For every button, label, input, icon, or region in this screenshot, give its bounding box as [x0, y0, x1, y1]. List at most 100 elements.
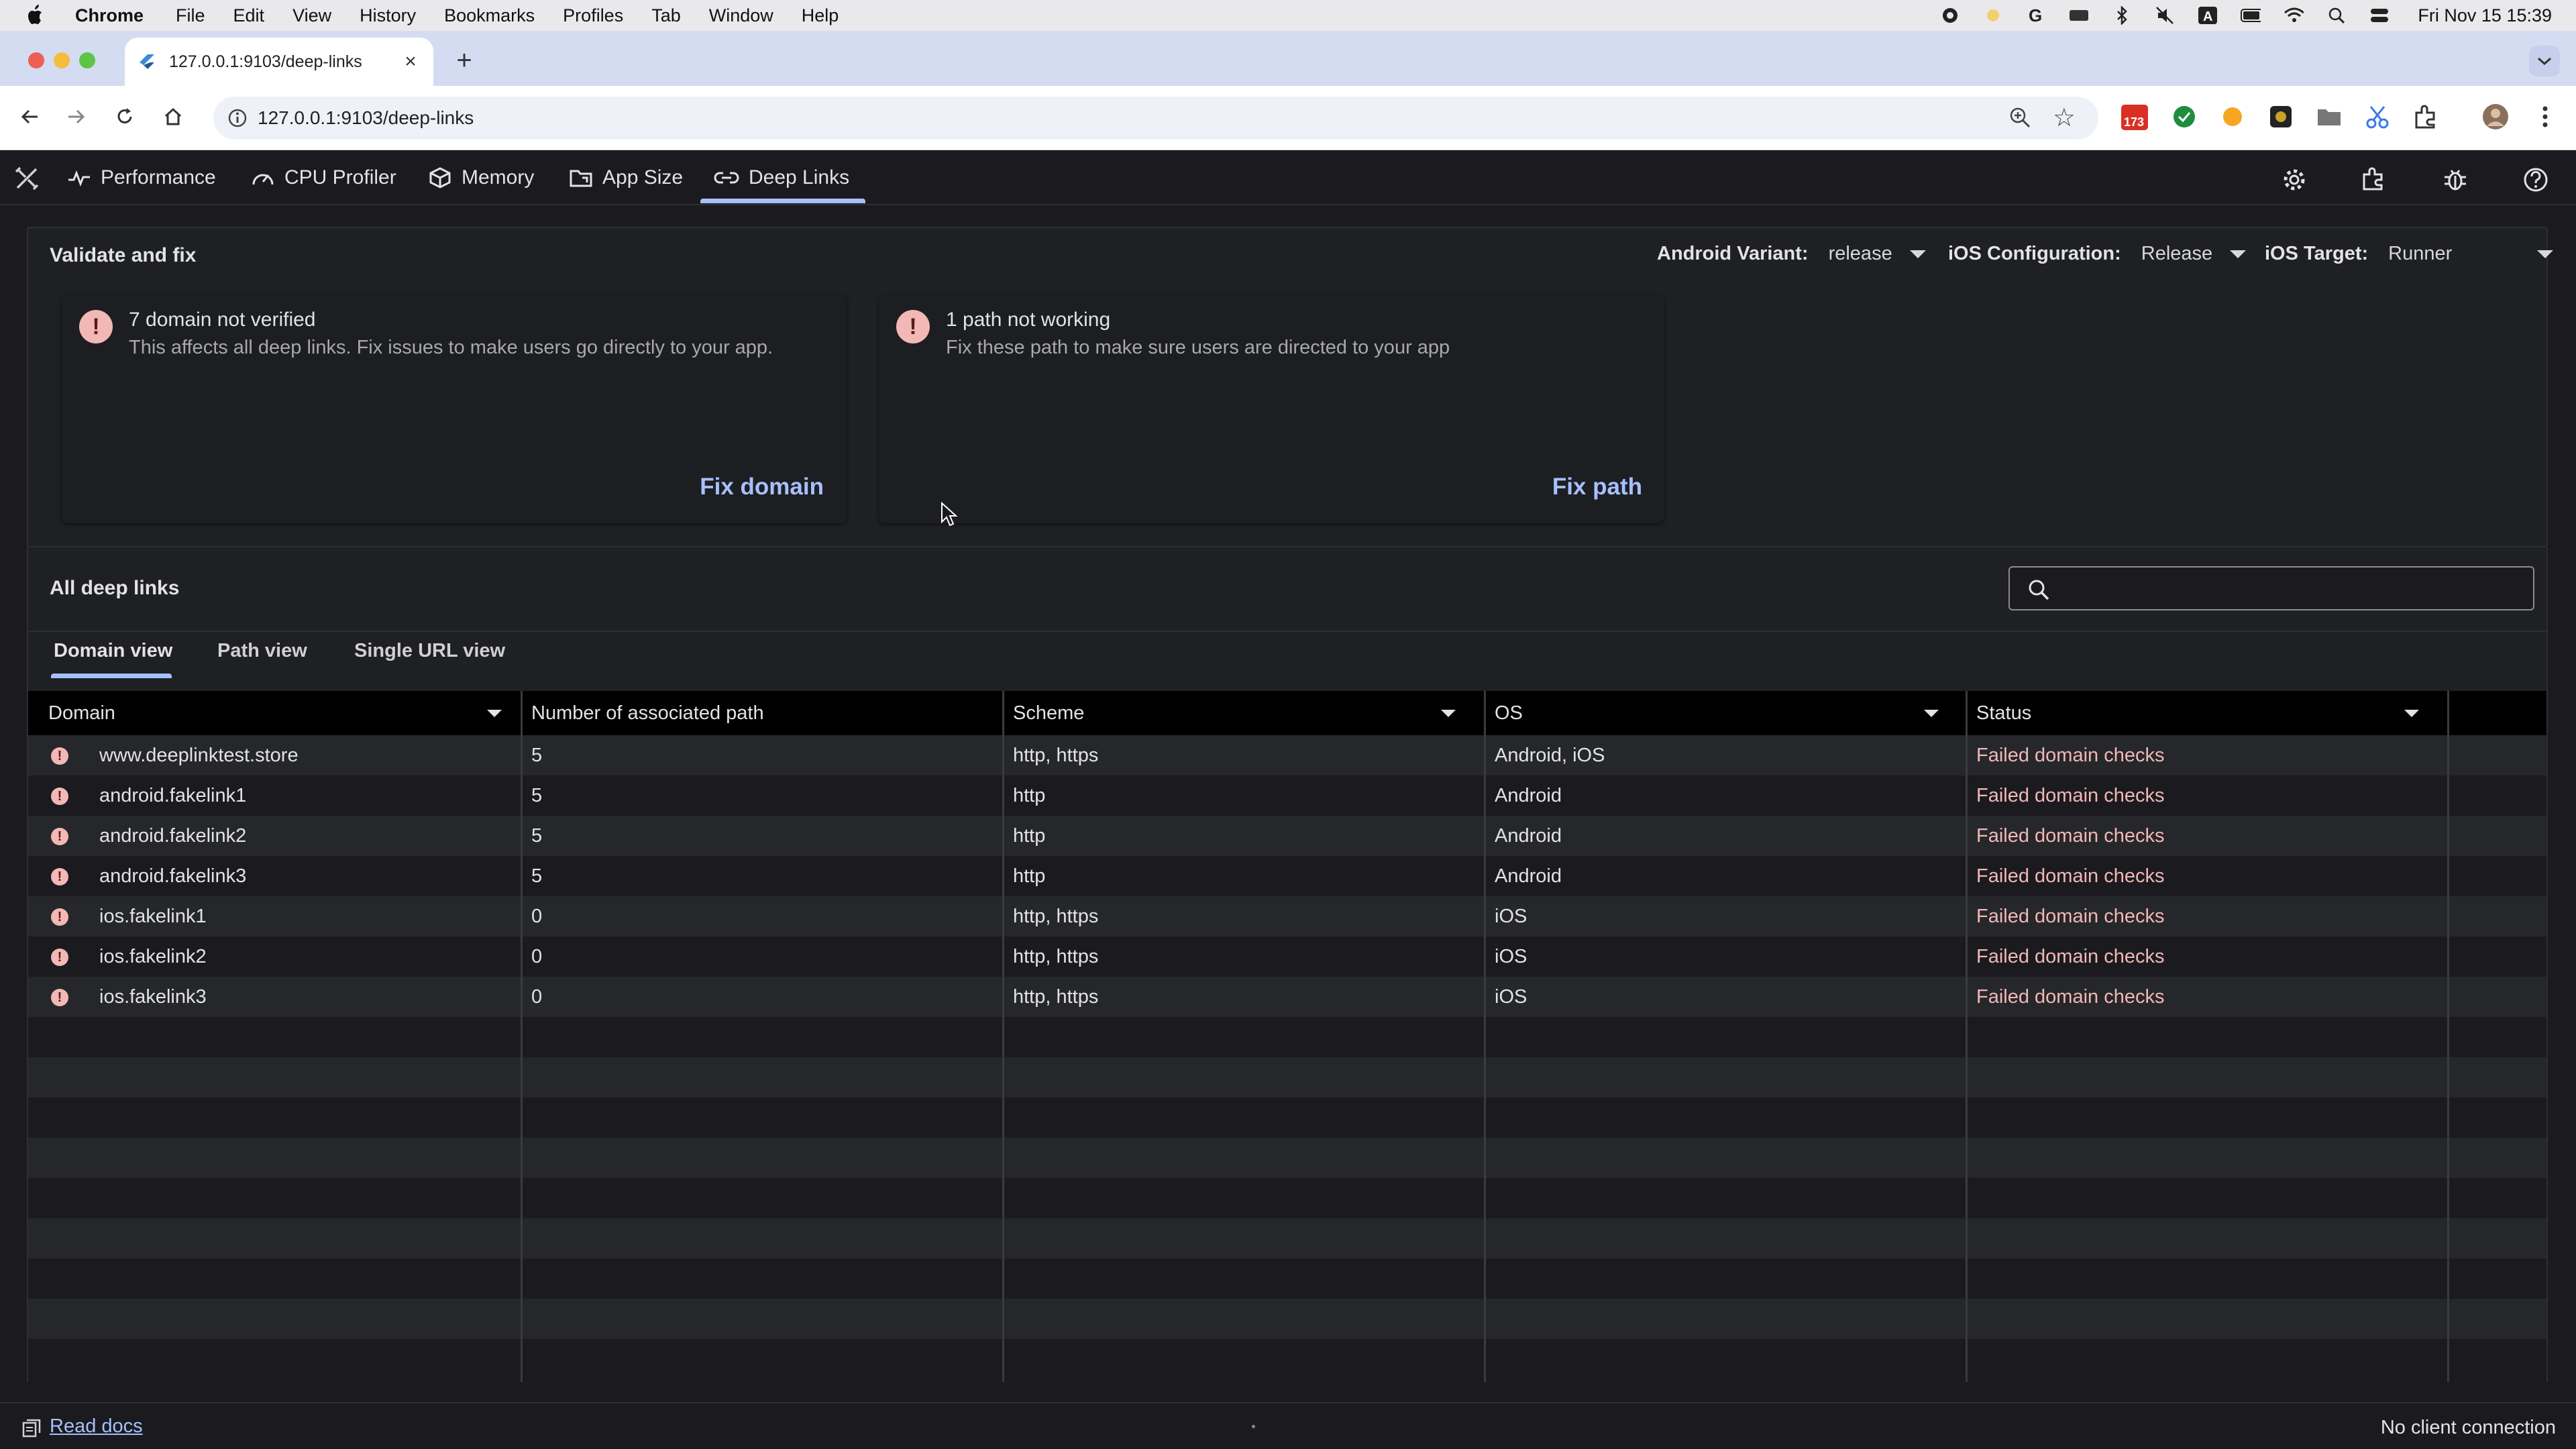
extension-puzzle-piece-icon[interactable] [2265, 101, 2297, 133]
column-separator[interactable] [521, 691, 523, 1382]
extensions-icon[interactable] [2359, 165, 2388, 195]
column-separator[interactable] [2447, 691, 2449, 1382]
extensions-menu-icon[interactable] [2410, 101, 2442, 133]
tab-path-view[interactable]: Path view [217, 640, 307, 662]
grammarly-icon[interactable]: G [2026, 5, 2046, 25]
menu-bookmarks[interactable]: Bookmarks [444, 5, 535, 26]
fix-domain-button[interactable]: Fix domain [700, 474, 824, 500]
battery-icon[interactable] [2241, 5, 2261, 25]
sort-arrow-icon[interactable] [2404, 710, 2419, 717]
table-row[interactable]: ! android.fakelink1 5 http Android Faile… [28, 775, 2546, 816]
devtools-logo-icon[interactable] [13, 165, 40, 192]
tab-close-icon[interactable]: × [401, 52, 420, 72]
menu-help[interactable]: Help [802, 5, 839, 26]
menu-history[interactable]: History [360, 5, 416, 26]
bluetooth-icon[interactable] [2112, 5, 2132, 25]
tab-domain-view[interactable]: Domain view [54, 640, 172, 662]
ios-target-selector[interactable]: iOS Target: Runner [2265, 243, 2554, 265]
tab-memory[interactable]: Memory [428, 150, 534, 205]
menu-profiles[interactable]: Profiles [563, 5, 623, 26]
domain-cell: android.fakelink2 [99, 824, 247, 847]
sort-arrow-icon[interactable] [1441, 710, 1456, 717]
menu-edit[interactable]: Edit [233, 5, 265, 26]
window-maximize-button[interactable] [79, 52, 95, 68]
column-header-domain[interactable]: Domain [28, 691, 521, 735]
window-close-button[interactable] [28, 52, 44, 68]
reload-icon[interactable] [111, 103, 138, 130]
menu-window[interactable]: Window [709, 5, 773, 26]
table-row[interactable]: ! android.fakelink3 5 http Android Faile… [28, 856, 2546, 896]
light-icon[interactable] [1983, 5, 2003, 25]
search-input[interactable] [2008, 566, 2534, 610]
chrome-menu-icon[interactable] [2529, 101, 2561, 133]
window-minimize-button[interactable] [54, 52, 70, 68]
tab-single-url-view[interactable]: Single URL view [354, 640, 505, 662]
dropdown-arrow-icon[interactable] [1909, 250, 1926, 258]
ios-target-value[interactable]: Runner [2388, 243, 2520, 265]
tab-deep-links[interactable]: Deep Links [714, 150, 849, 205]
menu-tab[interactable]: Tab [651, 5, 681, 26]
address-bar[interactable]: 127.0.0.1:9103/deep-links ☆ [213, 97, 2098, 140]
extension-folder-icon[interactable] [2313, 101, 2345, 133]
table-row[interactable]: ! www.deeplinktest.store 5 http, https A… [28, 735, 2546, 775]
sort-arrow-icon[interactable] [487, 710, 502, 717]
read-docs-link[interactable]: Read docs [50, 1415, 143, 1438]
android-variant-value[interactable]: release [1829, 243, 1892, 265]
menu-app-chrome[interactable]: Chrome [75, 5, 144, 26]
domain-table: Domain Number of associated path Scheme … [27, 691, 2548, 1382]
ios-configuration-selector[interactable]: iOS Configuration: Release [1948, 243, 2247, 265]
apple-icon[interactable] [25, 4, 46, 27]
table-row[interactable]: ! ios.fakelink2 0 http, https iOS Failed… [28, 936, 2546, 977]
column-separator[interactable] [1484, 691, 1486, 1382]
column-header-paths[interactable]: Number of associated path [511, 691, 993, 735]
table-row[interactable]: ! android.fakelink2 5 http Android Faile… [28, 816, 2546, 856]
site-info-icon[interactable] [227, 107, 248, 129]
sort-arrow-icon[interactable] [1924, 710, 1939, 717]
home-icon[interactable] [160, 103, 186, 130]
bug-report-icon[interactable] [2440, 165, 2470, 195]
profile-avatar-icon[interactable] [2479, 101, 2512, 133]
wifi-icon[interactable] [2284, 5, 2304, 25]
new-tab-icon[interactable]: + [451, 46, 478, 75]
input-source-icon[interactable]: A [2198, 5, 2218, 25]
table-row[interactable]: ! ios.fakelink1 0 http, https iOS Failed… [28, 896, 2546, 936]
help-icon[interactable] [2521, 165, 2551, 195]
extension-shield-icon[interactable] [2168, 101, 2200, 133]
bookmark-star-icon[interactable]: ☆ [2053, 105, 2076, 131]
extension-calendar-icon[interactable]: 173 [2118, 101, 2151, 133]
back-icon[interactable] [16, 103, 43, 130]
tab-search-icon[interactable] [2529, 46, 2560, 76]
mute-icon[interactable] [2155, 5, 2175, 25]
dropdown-arrow-icon[interactable] [2537, 250, 2554, 258]
dropdown-arrow-icon[interactable] [2230, 250, 2247, 258]
table-row[interactable]: ! ios.fakelink3 0 http, https iOS Failed… [28, 977, 2546, 1017]
os-cell: iOS [1495, 905, 1527, 927]
extension-scissors-icon[interactable] [2361, 101, 2394, 133]
spotlight-search-icon[interactable] [2326, 5, 2347, 25]
column-header-os[interactable]: OS [1474, 691, 1957, 735]
menu-file[interactable]: File [176, 5, 205, 26]
android-variant-selector[interactable]: Android Variant: release [1657, 243, 1926, 265]
tab-cpu-profiler[interactable]: CPU Profiler [251, 150, 396, 205]
fix-path-button[interactable]: Fix path [1552, 474, 1642, 500]
control-center-icon[interactable] [2369, 5, 2390, 25]
column-header-label: Scheme [1013, 702, 1085, 724]
url-text[interactable]: 127.0.0.1:9103/deep-links [258, 107, 474, 129]
column-separator[interactable] [1002, 691, 1004, 1382]
menu-view[interactable]: View [292, 5, 331, 26]
extension-honey-icon[interactable] [2216, 101, 2249, 133]
forward-icon[interactable] [63, 103, 90, 130]
column-header-scheme[interactable]: Scheme [993, 691, 1474, 735]
menubar-clock[interactable]: Fri Nov 15 15:39 [2418, 5, 2552, 26]
ios-configuration-value[interactable]: Release [2141, 243, 2212, 265]
tab-performance[interactable]: Performance [67, 150, 216, 205]
record-icon[interactable] [1940, 5, 1960, 25]
battery-meter-icon[interactable] [2069, 5, 2089, 25]
settings-gear-icon[interactable] [2279, 165, 2309, 195]
column-header-status[interactable]: Status [1956, 691, 2438, 735]
zoom-icon[interactable] [2008, 106, 2031, 133]
tab-app-size[interactable]: App Size [569, 150, 683, 205]
error-icon: ! [51, 989, 68, 1006]
browser-tab[interactable]: 127.0.0.1:9103/deep-links × [125, 38, 433, 86]
column-separator[interactable] [1966, 691, 1968, 1382]
